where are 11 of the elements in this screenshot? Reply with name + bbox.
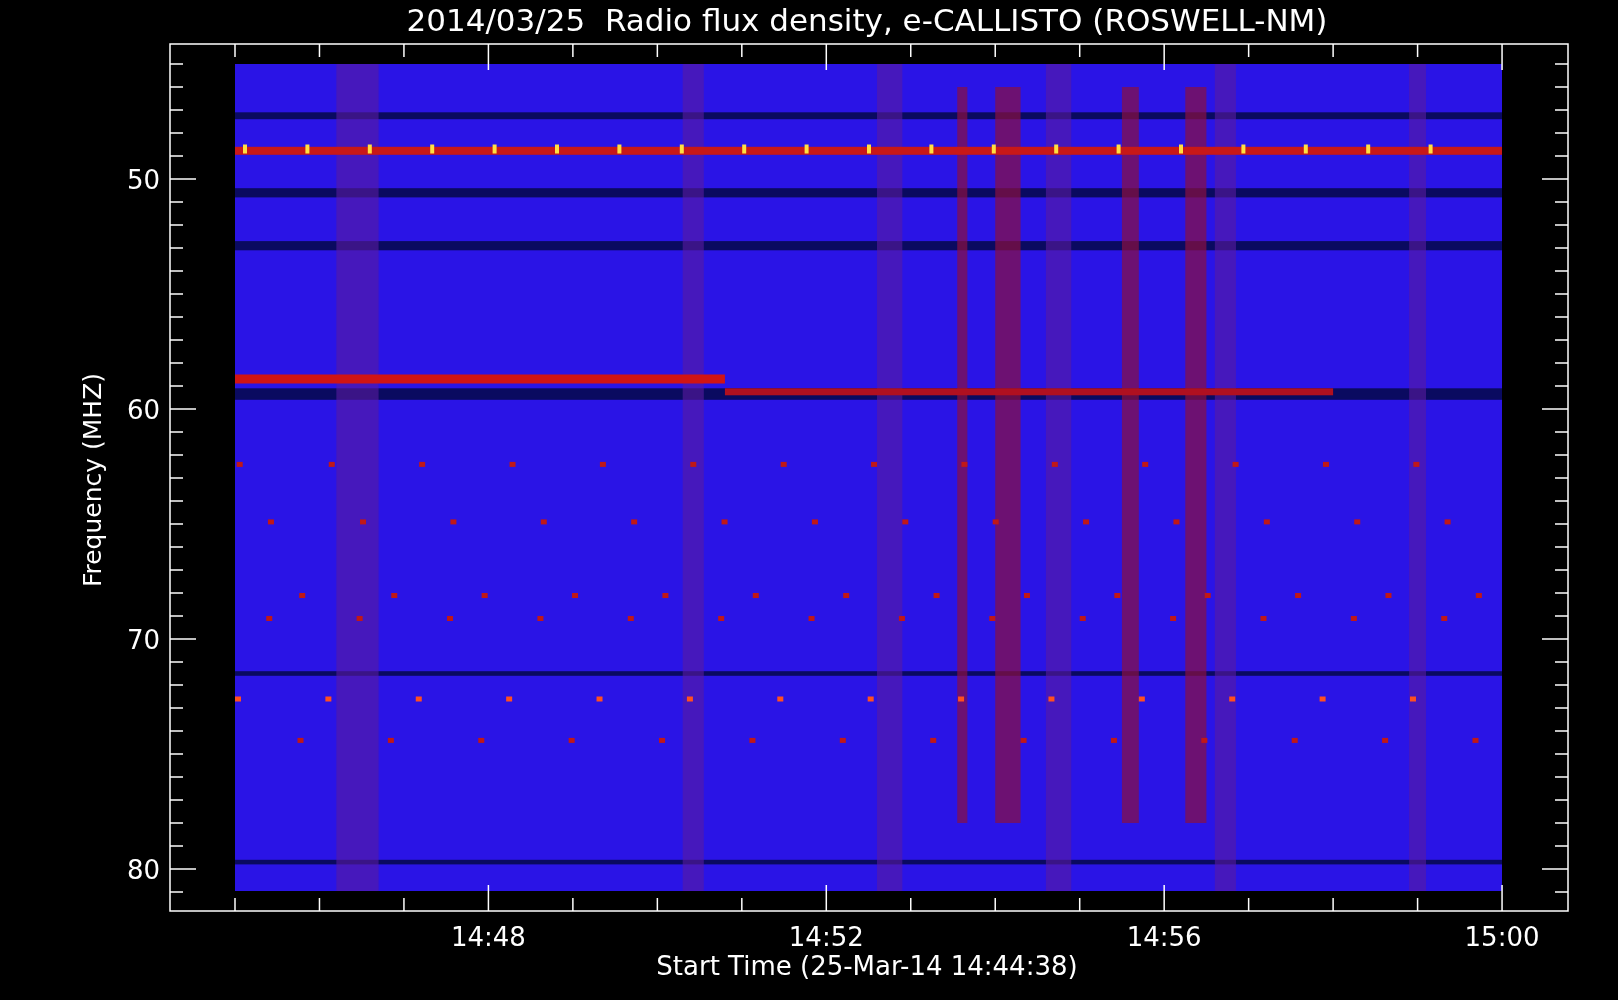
chart-title: 2014/03/25 Radio flux density, e-CALLISTO (ROSWELL-NM) (406, 2, 1328, 38)
y-tick-label: 50 (126, 165, 160, 195)
x-tick-label: 14:56 (1126, 922, 1202, 952)
y-tick-label: 60 (126, 395, 160, 425)
x-tick-label: 14:52 (788, 922, 864, 952)
y-axis-label: Frequency (MHZ) (78, 372, 107, 588)
y-tick-label: 80 (126, 855, 160, 885)
y-tick-label: 70 (126, 625, 160, 655)
x-axis-label: Start Time (25-Mar-14 14:44:38) (656, 951, 1078, 981)
x-tick-label: 14:48 (450, 922, 526, 952)
x-tick-label: 15:00 (1464, 922, 1540, 952)
